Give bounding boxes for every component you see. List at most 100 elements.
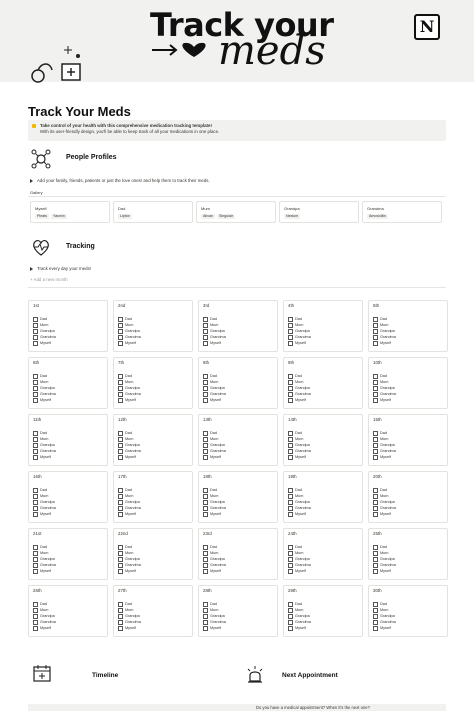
checkbox[interactable] <box>33 487 38 493</box>
checkbox[interactable] <box>288 442 293 448</box>
checkbox[interactable] <box>118 397 123 403</box>
day-card[interactable]: 18th Dad Mum Grandpa Grandma Myself <box>198 471 278 523</box>
day-card[interactable]: 15th Dad Mum Grandpa Grandma Myself <box>368 414 448 466</box>
checkbox[interactable] <box>373 385 378 391</box>
checkbox[interactable] <box>203 487 208 493</box>
checkbox[interactable] <box>288 397 293 403</box>
checkbox[interactable] <box>118 568 123 574</box>
checkbox[interactable] <box>33 340 38 346</box>
checkbox[interactable] <box>288 448 293 454</box>
checkbox[interactable] <box>203 334 208 340</box>
checkbox[interactable] <box>118 562 123 568</box>
checkbox[interactable] <box>118 442 123 448</box>
checkbox[interactable] <box>288 625 293 631</box>
checkbox[interactable] <box>288 454 293 460</box>
checkbox[interactable] <box>118 316 123 322</box>
checkbox[interactable] <box>33 493 38 499</box>
checkbox[interactable] <box>203 607 208 613</box>
checkbox[interactable] <box>118 601 123 607</box>
checkbox[interactable] <box>288 385 293 391</box>
checkbox[interactable] <box>203 373 208 379</box>
checkbox[interactable] <box>373 544 378 550</box>
checkbox[interactable] <box>288 562 293 568</box>
checkbox[interactable] <box>373 607 378 613</box>
checkbox[interactable] <box>118 373 123 379</box>
checkbox[interactable] <box>33 601 38 607</box>
checkbox[interactable] <box>33 568 38 574</box>
checkbox[interactable] <box>203 550 208 556</box>
profile-card[interactable]: Myself Pleats Yasmin <box>30 201 110 223</box>
day-card[interactable]: 9th Dad Mum Grandpa Grandma Myself <box>283 357 363 409</box>
checkbox[interactable] <box>33 505 38 511</box>
checkbox[interactable] <box>373 454 378 460</box>
checkbox[interactable] <box>118 436 123 442</box>
checkbox[interactable] <box>373 562 378 568</box>
add-month-button[interactable]: + Add a new month <box>30 277 68 282</box>
checkbox[interactable] <box>203 436 208 442</box>
checkbox[interactable] <box>203 499 208 505</box>
day-card[interactable]: 30th Dad Mum Grandpa Grandma Myself <box>368 585 448 637</box>
checkbox[interactable] <box>203 562 208 568</box>
day-card[interactable]: 16th Dad Mum Grandpa Grandma Myself <box>28 471 108 523</box>
day-card[interactable]: 19th Dad Mum Grandpa Grandma Myself <box>283 471 363 523</box>
day-card[interactable]: 8th Dad Mum Grandpa Grandma Myself <box>198 357 278 409</box>
checkbox[interactable] <box>288 601 293 607</box>
checkbox[interactable] <box>203 322 208 328</box>
checkbox[interactable] <box>118 613 123 619</box>
checkbox[interactable] <box>118 550 123 556</box>
checkbox[interactable] <box>203 385 208 391</box>
checkbox[interactable] <box>118 322 123 328</box>
checkbox[interactable] <box>33 556 38 562</box>
checkbox[interactable] <box>373 625 378 631</box>
checkbox[interactable] <box>288 322 293 328</box>
checkbox[interactable] <box>373 487 378 493</box>
checkbox[interactable] <box>288 556 293 562</box>
checkbox[interactable] <box>203 511 208 517</box>
checkbox[interactable] <box>288 373 293 379</box>
profile-card[interactable]: Dad Lipitor <box>113 201 193 223</box>
checkbox[interactable] <box>373 511 378 517</box>
checkbox[interactable] <box>288 550 293 556</box>
checkbox[interactable] <box>33 607 38 613</box>
checkbox[interactable] <box>203 556 208 562</box>
checkbox[interactable] <box>118 607 123 613</box>
checkbox[interactable] <box>118 379 123 385</box>
checkbox[interactable] <box>288 328 293 334</box>
checkbox[interactable] <box>373 613 378 619</box>
checkbox[interactable] <box>33 436 38 442</box>
day-card[interactable]: 11th Dad Mum Grandpa Grandma Myself <box>28 414 108 466</box>
tracking-toggle[interactable]: Track every day your meds! <box>30 266 91 271</box>
checkbox[interactable] <box>288 436 293 442</box>
checkbox[interactable] <box>33 328 38 334</box>
checkbox[interactable] <box>33 625 38 631</box>
checkbox[interactable] <box>118 385 123 391</box>
checkbox[interactable] <box>118 619 123 625</box>
profile-card[interactable]: Grandma Amoxicillin <box>362 201 442 223</box>
profile-card[interactable]: Grandpa Nexium <box>279 201 359 223</box>
checkbox[interactable] <box>203 544 208 550</box>
day-card[interactable]: 12th Dad Mum Grandpa Grandma Myself <box>113 414 193 466</box>
checkbox[interactable] <box>288 568 293 574</box>
checkbox[interactable] <box>288 607 293 613</box>
checkbox[interactable] <box>373 505 378 511</box>
checkbox[interactable] <box>33 391 38 397</box>
checkbox[interactable] <box>33 430 38 436</box>
day-card[interactable]: 14th Dad Mum Grandpa Grandma Myself <box>283 414 363 466</box>
checkbox[interactable] <box>203 625 208 631</box>
checkbox[interactable] <box>203 397 208 403</box>
profile-card[interactable]: Mum Ativan Singulair <box>196 201 276 223</box>
checkbox[interactable] <box>33 373 38 379</box>
checkbox[interactable] <box>118 556 123 562</box>
day-card[interactable]: 7th Dad Mum Grandpa Grandma Myself <box>113 357 193 409</box>
checkbox[interactable] <box>288 511 293 517</box>
day-card[interactable]: 6th Dad Mum Grandpa Grandma Myself <box>28 357 108 409</box>
checkbox[interactable] <box>288 619 293 625</box>
checkbox[interactable] <box>373 448 378 454</box>
checkbox[interactable] <box>33 454 38 460</box>
checkbox[interactable] <box>203 430 208 436</box>
checkbox[interactable] <box>33 619 38 625</box>
checkbox[interactable] <box>203 493 208 499</box>
checkbox[interactable] <box>203 328 208 334</box>
checkbox[interactable] <box>118 328 123 334</box>
checkbox[interactable] <box>373 436 378 442</box>
